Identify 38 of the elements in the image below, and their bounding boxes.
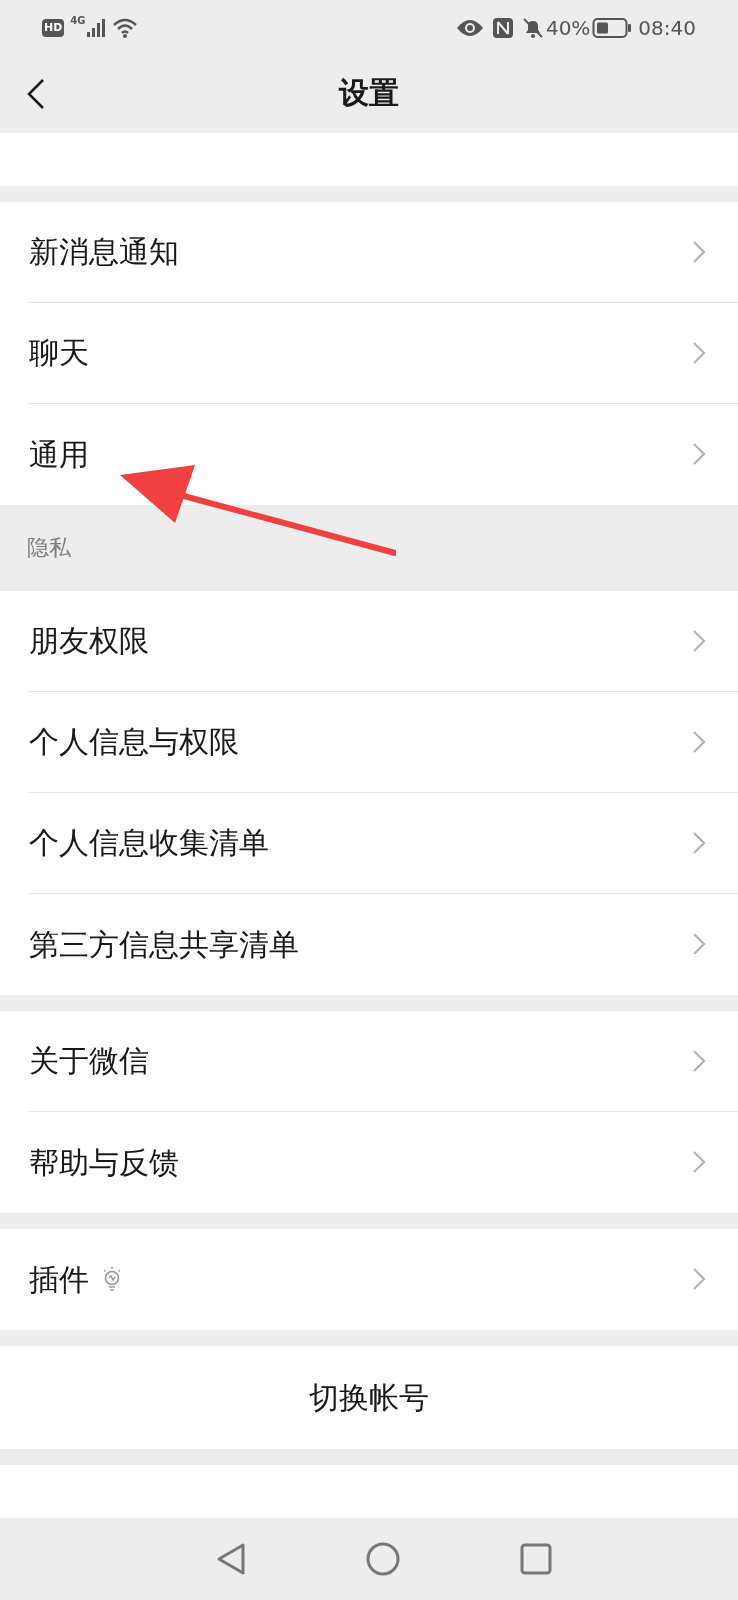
row-label: 插件 [29, 1260, 89, 1299]
row-label: 个人信息与权限 [29, 723, 239, 762]
row-label: 新消息通知 [29, 233, 179, 272]
chevron-icon [692, 1048, 706, 1073]
recents-nav-icon[interactable] [520, 1542, 552, 1575]
back-nav-icon[interactable] [216, 1541, 246, 1576]
battery-percent: 40% [545, 14, 591, 42]
chevron-icon [692, 729, 706, 754]
back-icon [27, 77, 45, 110]
chevron-icon [692, 442, 706, 467]
bell-off-icon [521, 16, 544, 39]
lightbulb-icon [101, 1266, 123, 1293]
wifi-icon [111, 16, 138, 39]
chevron-icon [692, 932, 706, 957]
row-label: 朋友权限 [29, 622, 149, 661]
chevron-icon [692, 830, 706, 855]
row-label: 帮助与反馈 [29, 1143, 179, 1182]
eye-icon [455, 17, 484, 38]
switch-account-button[interactable]: 切换帐号 [0, 1345, 738, 1449]
row-label: 聊天 [29, 334, 89, 373]
chevron-icon [692, 628, 706, 653]
chevron-icon [692, 239, 706, 264]
chevron-icon [692, 340, 706, 365]
chevron-icon [692, 1267, 706, 1292]
home-nav-icon[interactable] [366, 1541, 400, 1576]
battery-icon [592, 16, 633, 39]
row-label: 第三方信息共享清单 [29, 925, 299, 964]
row-label: 个人信息收集清单 [29, 824, 269, 863]
page-title: 设置 [339, 74, 399, 113]
hd-badge: HD [42, 18, 65, 37]
row-label: 通用 [29, 435, 89, 474]
nfc-icon [491, 16, 514, 39]
network-type: 4G [70, 14, 86, 28]
signal-icon [85, 17, 108, 38]
chevron-icon [692, 1150, 706, 1175]
clock: 08:40 [638, 14, 696, 42]
row-label: 关于微信 [29, 1042, 149, 1081]
section-label: 隐私 [27, 534, 71, 563]
